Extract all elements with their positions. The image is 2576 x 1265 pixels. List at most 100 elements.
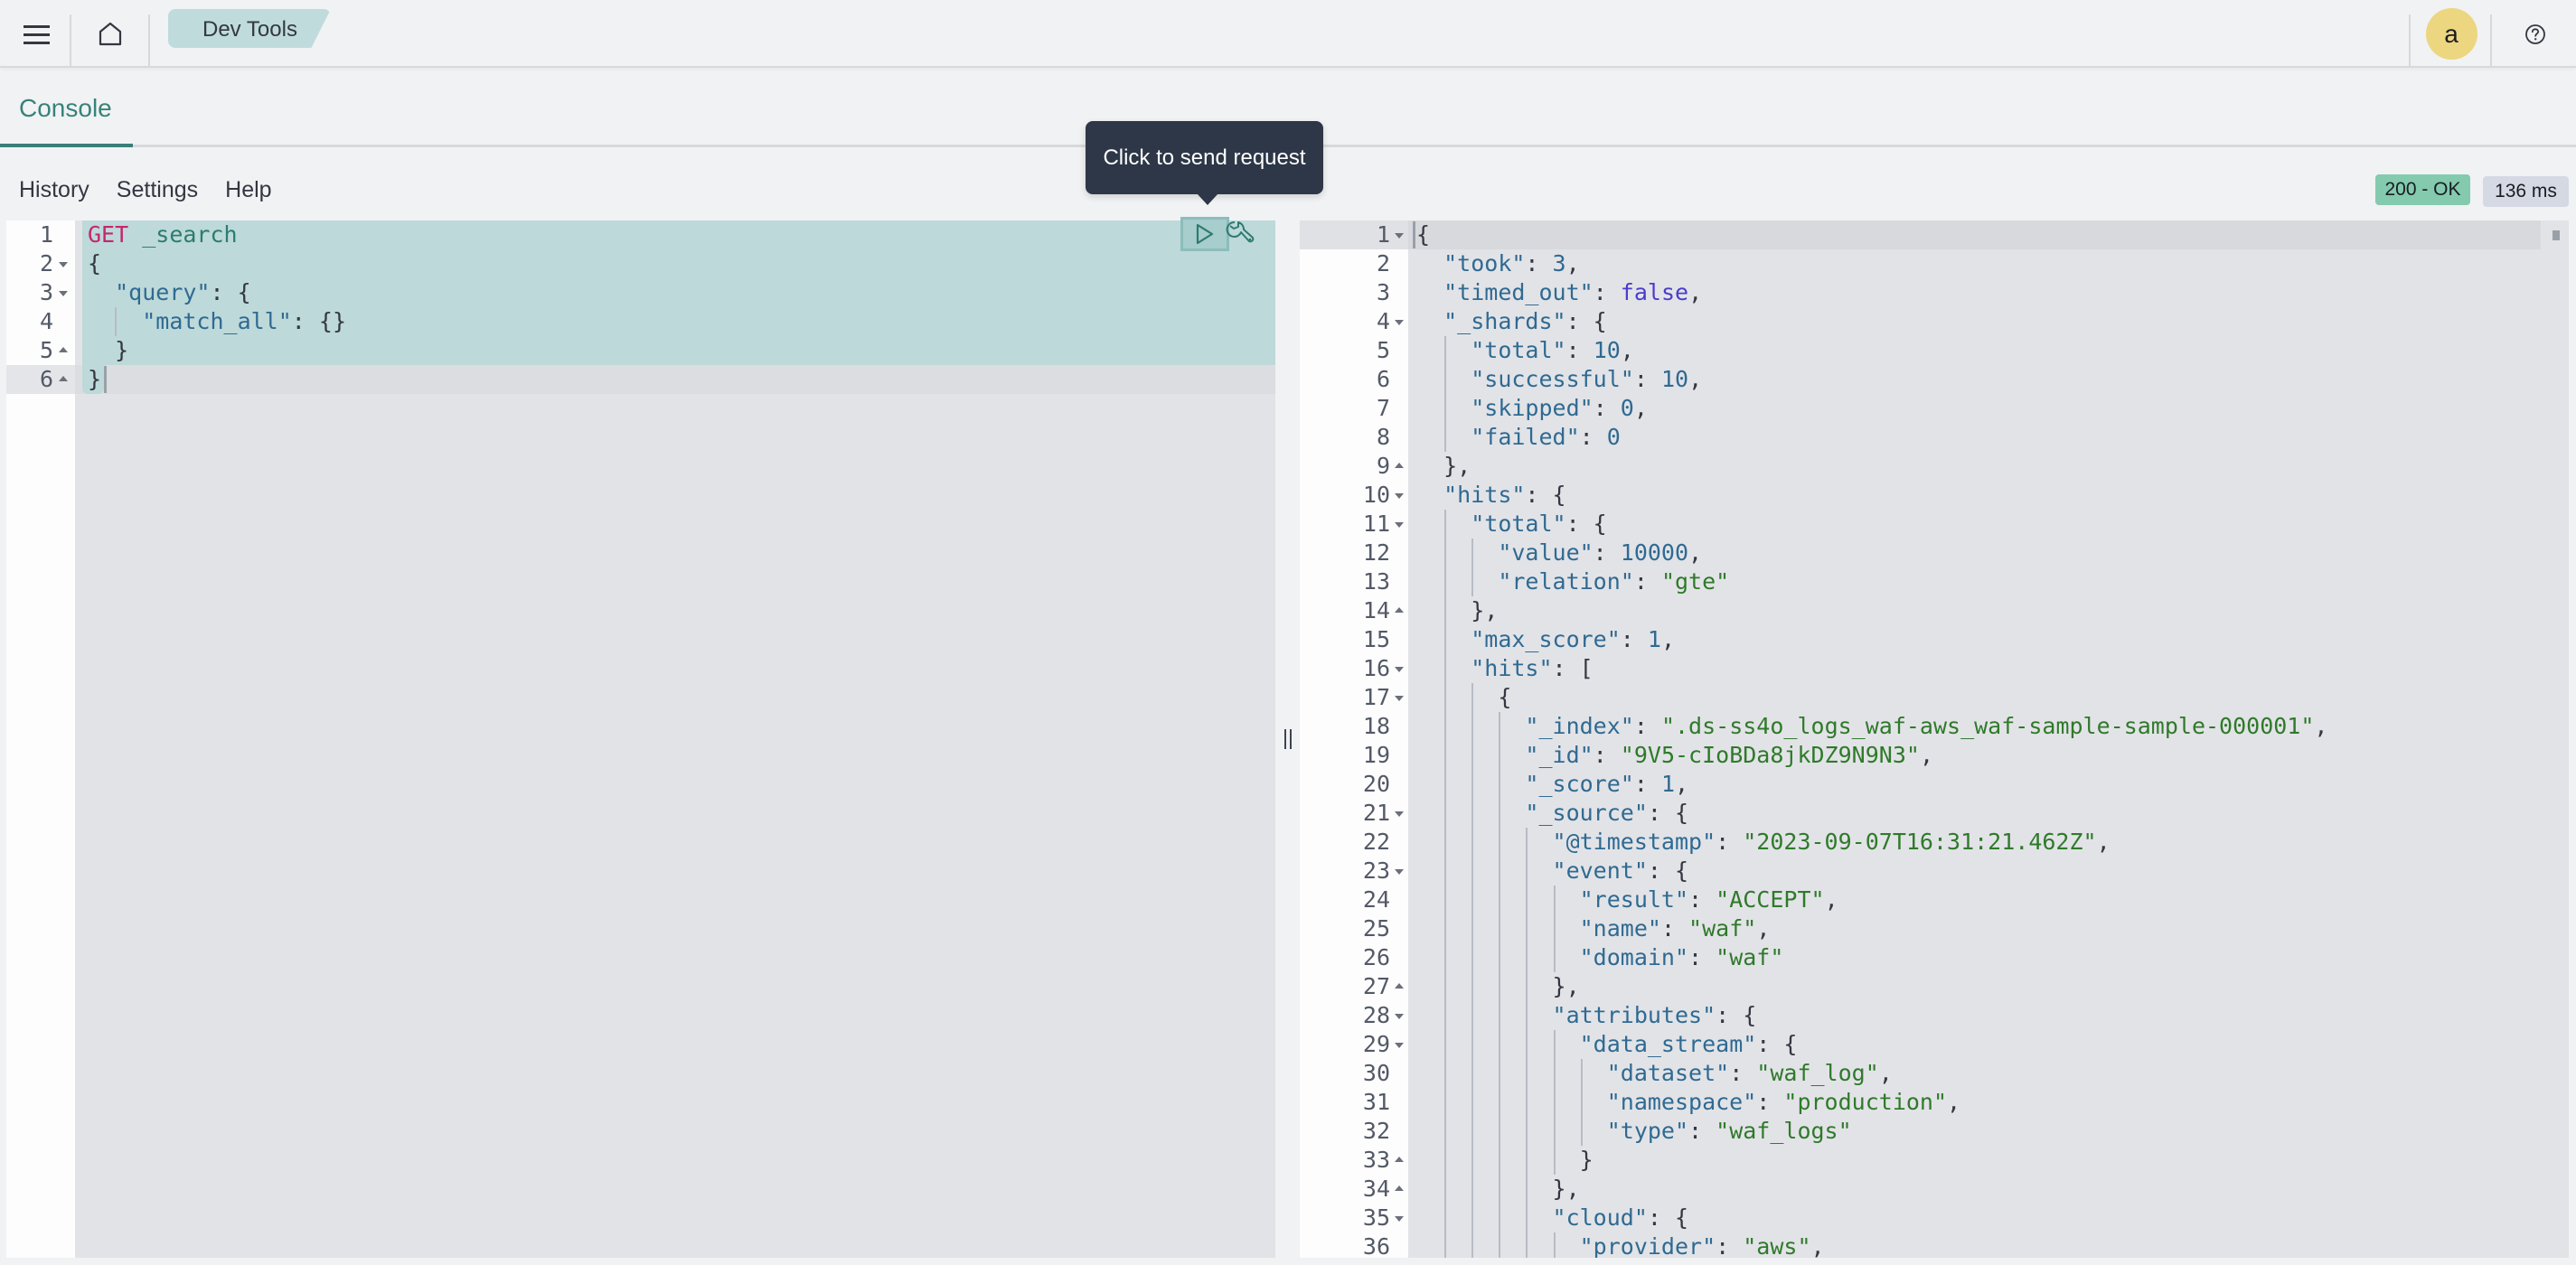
line-number: 1: [39, 221, 53, 248]
code-line: "timed_out": false,: [1416, 278, 2541, 307]
token-key: "total": [1471, 511, 1566, 537]
line-number: 34: [1362, 1176, 1390, 1202]
token-punc: :: [1593, 279, 1621, 305]
token-punc: :: [1525, 250, 1553, 276]
history-button[interactable]: History: [19, 177, 89, 203]
code-line: "hits": {: [1416, 481, 2541, 510]
line-number: 26: [1362, 944, 1390, 970]
fold-collapse-icon[interactable]: [1395, 320, 1404, 325]
line-number: 22: [1362, 829, 1390, 855]
response-code-area[interactable]: { "took": 3, "timed_out": false, "_shard…: [1408, 220, 2541, 1258]
fold-expand-icon[interactable]: [1395, 607, 1404, 613]
token-punc: ,: [1688, 539, 1703, 566]
token-num: 1: [1647, 626, 1661, 652]
line-number: 5: [1376, 337, 1390, 363]
token-punc: :: [1688, 1118, 1716, 1144]
help-menu-button[interactable]: [2495, 0, 2576, 68]
line-number: 14: [1362, 597, 1390, 623]
fold-collapse-icon[interactable]: [1395, 696, 1404, 701]
code-line: "type": "waf_logs": [1416, 1117, 2541, 1146]
help-button[interactable]: Help: [225, 177, 271, 203]
token-num: 3: [1552, 250, 1566, 276]
tooltip-text: Click to send request: [1103, 145, 1306, 170]
token-key: "skipped": [1471, 395, 1594, 421]
token-punc: }: [88, 366, 102, 392]
token-punc: ,: [1660, 626, 1676, 652]
code-line: "_id": "9V5-cIoBDa8jkDZ9N9N3",: [1416, 741, 2541, 770]
token-num: 1: [1660, 771, 1676, 797]
code-line: "total": {: [1416, 510, 2541, 539]
line-number: 33: [1362, 1147, 1390, 1173]
token-key: "name": [1579, 915, 1661, 942]
code-line: "provider": "aws",: [1416, 1232, 2541, 1258]
settings-button[interactable]: Settings: [117, 177, 198, 203]
breadcrumb-dev-tools[interactable]: Dev Tools: [168, 9, 331, 48]
token-punc: : {: [1716, 1002, 1757, 1028]
tab-console-label: Console: [19, 94, 112, 122]
active-tab-indicator: [0, 144, 133, 147]
line-number: 28: [1362, 1002, 1390, 1028]
fold-expand-icon[interactable]: [1395, 463, 1404, 468]
token-punc: :: [1716, 829, 1744, 855]
fold-expand-icon[interactable]: [1395, 1157, 1404, 1162]
fold-collapse-icon[interactable]: [1395, 869, 1404, 875]
token-num: 0: [1620, 395, 1634, 421]
fold-collapse-icon[interactable]: [1395, 1014, 1404, 1019]
token-str: "aws": [1743, 1233, 1811, 1258]
code-line: {: [88, 249, 1275, 278]
header-divider: [2490, 14, 2492, 68]
fold-collapse-icon[interactable]: [1395, 667, 1404, 672]
fold-collapse-icon[interactable]: [1395, 1216, 1404, 1222]
line-number: 15: [1362, 626, 1390, 652]
line-number: 4: [39, 308, 53, 334]
request-gutter: 12 3 4 5 6: [6, 220, 75, 1258]
fold-collapse-icon[interactable]: [1395, 522, 1404, 528]
response-scrollbar[interactable]: [2541, 220, 2569, 1258]
fold-expand-icon[interactable]: [59, 376, 68, 381]
fold-collapse-icon[interactable]: [1395, 233, 1404, 239]
fold-collapse-icon[interactable]: [59, 291, 68, 296]
token-key: "relation": [1498, 568, 1634, 595]
status-badge: 200 - OK: [2375, 174, 2470, 205]
token-punc: ,: [1688, 366, 1703, 392]
token-key: "_index": [1525, 713, 1634, 739]
token-num: 0: [1606, 424, 1621, 450]
hamburger-menu-icon: [23, 24, 50, 44]
text-cursor: [1413, 221, 1415, 248]
line-number: 18: [1362, 713, 1390, 739]
user-menu-button[interactable]: a: [2411, 0, 2492, 68]
token-str: "waf_logs": [1716, 1118, 1852, 1144]
fold-expand-icon[interactable]: [1395, 1185, 1404, 1191]
scrollbar-thumb[interactable]: [2552, 230, 2560, 240]
code-line: "domain": "waf": [1416, 943, 2541, 972]
token-key: "type": [1606, 1118, 1689, 1144]
fold-collapse-icon[interactable]: [1395, 493, 1404, 499]
line-number: 20: [1362, 771, 1390, 797]
home-button[interactable]: [71, 0, 148, 68]
response-output[interactable]: 1 2 3 4 5 6 7 8 9 10 11 12 13 14 15 16 17 18 19 20 21 22 23 24 2…: [1300, 220, 2569, 1258]
fold-expand-icon[interactable]: [1395, 983, 1404, 989]
token-kw: GET: [88, 221, 129, 248]
token-punc: },: [1552, 973, 1580, 999]
menu-button[interactable]: [0, 0, 70, 68]
token-key: "_score": [1525, 771, 1634, 797]
panel-resizer[interactable]: [1275, 220, 1300, 1258]
token-str: "2023-09-07T16:31:21.462Z": [1743, 829, 2097, 855]
code-line: "event": {: [1416, 857, 2541, 886]
fold-expand-icon[interactable]: [59, 347, 68, 352]
request-code-area[interactable]: GET _search{ "query": { "match_all": {} …: [75, 220, 1275, 1258]
line-number: 8: [1376, 424, 1390, 450]
token-punc: ,: [2096, 829, 2111, 855]
send-request-button[interactable]: [1180, 217, 1229, 251]
fold-collapse-icon[interactable]: [1395, 1043, 1404, 1048]
response-gutter: 1 2 3 4 5 6 7 8 9 10 11 12 13 14 15 16 17 18 19 20 21 22 23 24 2…: [1300, 220, 1408, 1258]
request-settings-button[interactable]: [1224, 218, 1256, 250]
token-punc: ,: [1633, 395, 1648, 421]
request-editor[interactable]: 123456 GET _search{ "query": { "match_al…: [6, 220, 1275, 1258]
code-line: "_score": 1,: [1416, 770, 2541, 799]
fold-collapse-icon[interactable]: [59, 262, 68, 267]
status-badge-text: 200 - OK: [2384, 179, 2461, 200]
tab-console[interactable]: Console: [0, 70, 133, 147]
console-toolbar: History Settings Help: [0, 167, 280, 212]
fold-collapse-icon[interactable]: [1395, 811, 1404, 817]
